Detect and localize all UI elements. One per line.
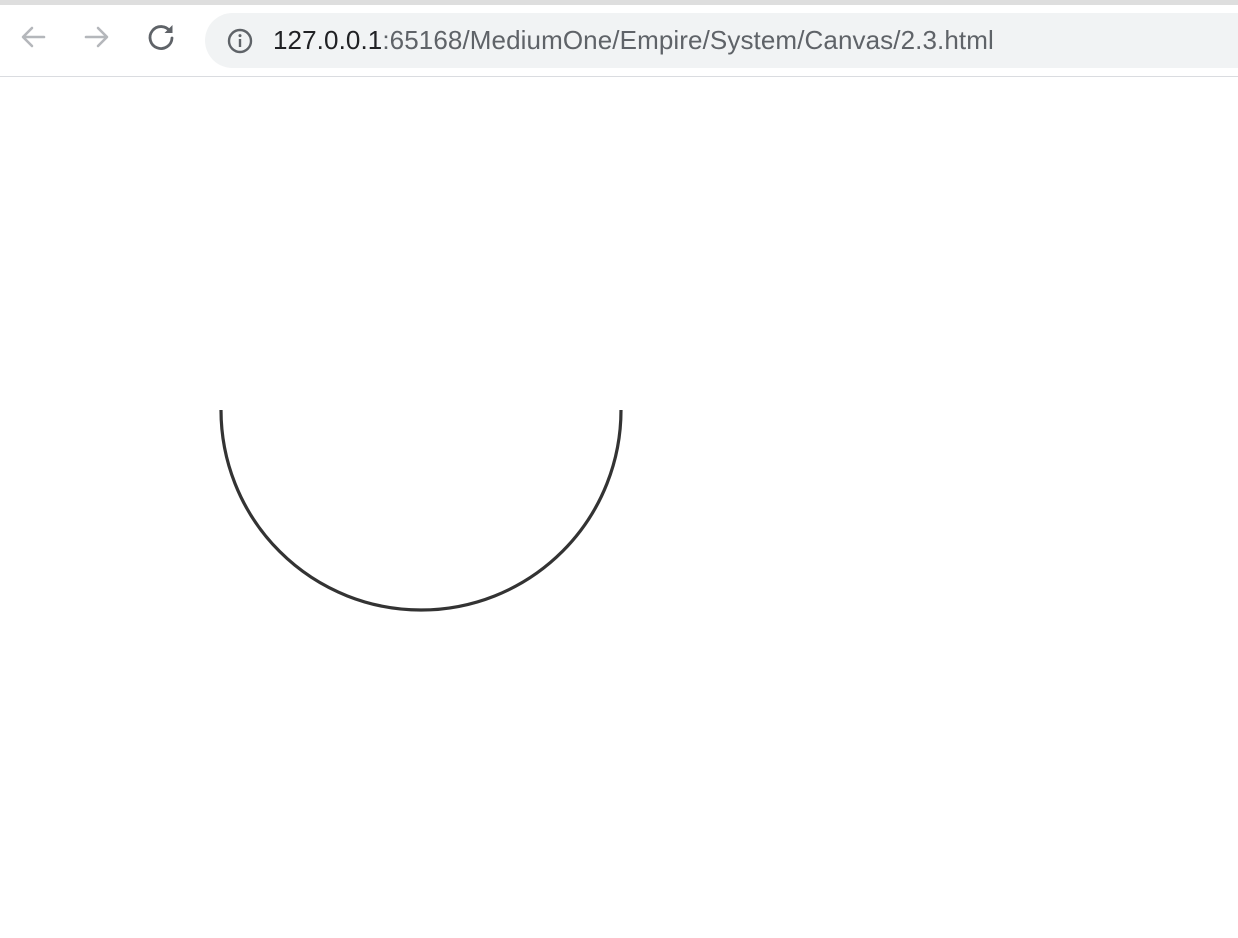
browser-toolbar: 127.0.0.1:65168/MediumOne/Empire/System/… (0, 5, 1238, 77)
back-button[interactable] (15, 19, 51, 55)
info-icon[interactable] (227, 28, 253, 54)
address-bar[interactable]: 127.0.0.1:65168/MediumOne/Empire/System/… (205, 13, 1238, 68)
url-host: 127.0.0.1 (273, 25, 383, 55)
drawing-canvas (219, 409, 623, 612)
reload-button[interactable] (143, 19, 179, 55)
url-text[interactable]: 127.0.0.1:65168/MediumOne/Empire/System/… (273, 13, 994, 68)
reload-icon (148, 25, 174, 50)
semicircle-arc (219, 409, 623, 612)
arrow-left-icon (21, 26, 46, 48)
page-viewport (0, 78, 1238, 938)
url-path: :65168/MediumOne/Empire/System/Canvas/2.… (382, 25, 994, 55)
forward-button[interactable] (79, 19, 115, 55)
arrow-right-icon (84, 26, 109, 48)
